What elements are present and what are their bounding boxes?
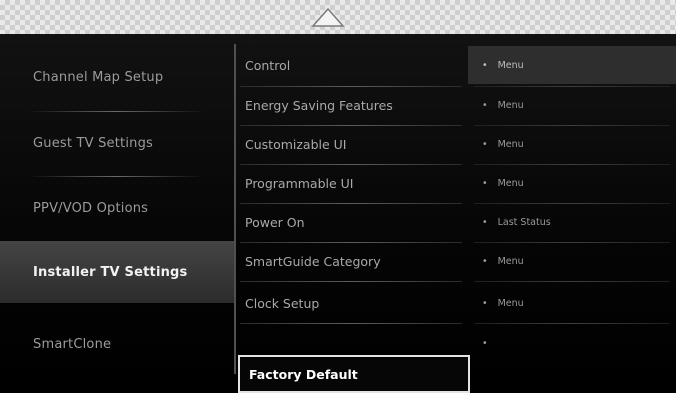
up-arrow-icon[interactable]: [311, 6, 345, 28]
setting-value: Menu: [497, 138, 524, 150]
value-energy-saving-features[interactable]: • Menu: [468, 86, 676, 124]
divider: [474, 281, 670, 282]
bullet-dot-icon: •: [482, 99, 488, 111]
setting-programmable-ui[interactable]: Programmable UI: [236, 164, 470, 203]
value-customizable-ui[interactable]: • Menu: [468, 125, 676, 163]
setting-clock-setup[interactable]: Clock Setup: [236, 284, 470, 323]
setting-value: Menu: [497, 99, 524, 111]
menu-item-label: Installer TV Settings: [33, 264, 188, 280]
setting-label: Clock Setup: [245, 296, 320, 311]
setting-smartguide-category[interactable]: SmartGuide Category: [236, 242, 470, 281]
setting-label: Programmable UI: [245, 176, 354, 191]
value-factory-default[interactable]: •: [468, 324, 676, 362]
scroll-up-bar[interactable]: [0, 0, 676, 34]
menu-item-label: Guest TV Settings: [33, 135, 154, 151]
setting-label: Power On: [245, 215, 305, 230]
divider: [240, 281, 462, 282]
bullet-dot-icon: •: [482, 59, 488, 71]
setting-control[interactable]: Control: [236, 46, 470, 85]
menu-item-channel-map-setup[interactable]: Channel Map Setup: [0, 46, 234, 108]
value-smartguide-category[interactable]: • Menu: [468, 242, 676, 280]
bullet-dot-icon: •: [482, 337, 488, 349]
menu-item-ppv-vod-options[interactable]: PPV/VOD Options: [0, 177, 234, 239]
menu-item-smartclone[interactable]: SmartClone: [0, 313, 234, 375]
setting-value: Menu: [497, 177, 524, 189]
settings-panel: Channel Map Setup Guest TV Settings PPV/…: [0, 34, 676, 393]
setting-power-on[interactable]: Power On: [236, 203, 470, 242]
menu-item-installer-tv-settings[interactable]: Installer TV Settings: [0, 241, 234, 303]
bullet-dot-icon: •: [482, 297, 488, 309]
setting-label: Control: [245, 58, 291, 73]
bullet-dot-icon: •: [482, 216, 488, 228]
setting-label: Customizable UI: [245, 137, 347, 152]
value-control[interactable]: • Menu: [468, 46, 676, 84]
setting-customizable-ui[interactable]: Customizable UI: [236, 125, 470, 164]
bullet-dot-icon: •: [482, 177, 488, 189]
menu-item-label: Channel Map Setup: [33, 69, 164, 85]
bullet-dot-icon: •: [482, 138, 488, 150]
setting-label: SmartGuide Category: [245, 254, 381, 269]
value-clock-setup[interactable]: • Menu: [468, 284, 676, 322]
menu-item-guest-tv-settings[interactable]: Guest TV Settings: [0, 112, 234, 174]
bullet-dot-icon: •: [482, 255, 488, 267]
menu-item-label: SmartClone: [33, 336, 112, 352]
setting-label: Factory Default: [249, 366, 358, 382]
value-power-on[interactable]: • Last Status: [468, 203, 676, 241]
divider: [240, 323, 462, 324]
setting-value: Last Status: [497, 216, 551, 228]
menu-item-label: PPV/VOD Options: [33, 200, 149, 216]
setting-value: Menu: [497, 59, 524, 71]
setting-factory-default[interactable]: Factory Default: [238, 355, 470, 393]
setting-energy-saving-features[interactable]: Energy Saving Features: [236, 86, 470, 125]
setting-value: Menu: [497, 297, 524, 309]
setting-value: Menu: [497, 255, 524, 267]
value-programmable-ui[interactable]: • Menu: [468, 164, 676, 202]
setting-label: Energy Saving Features: [245, 98, 393, 113]
